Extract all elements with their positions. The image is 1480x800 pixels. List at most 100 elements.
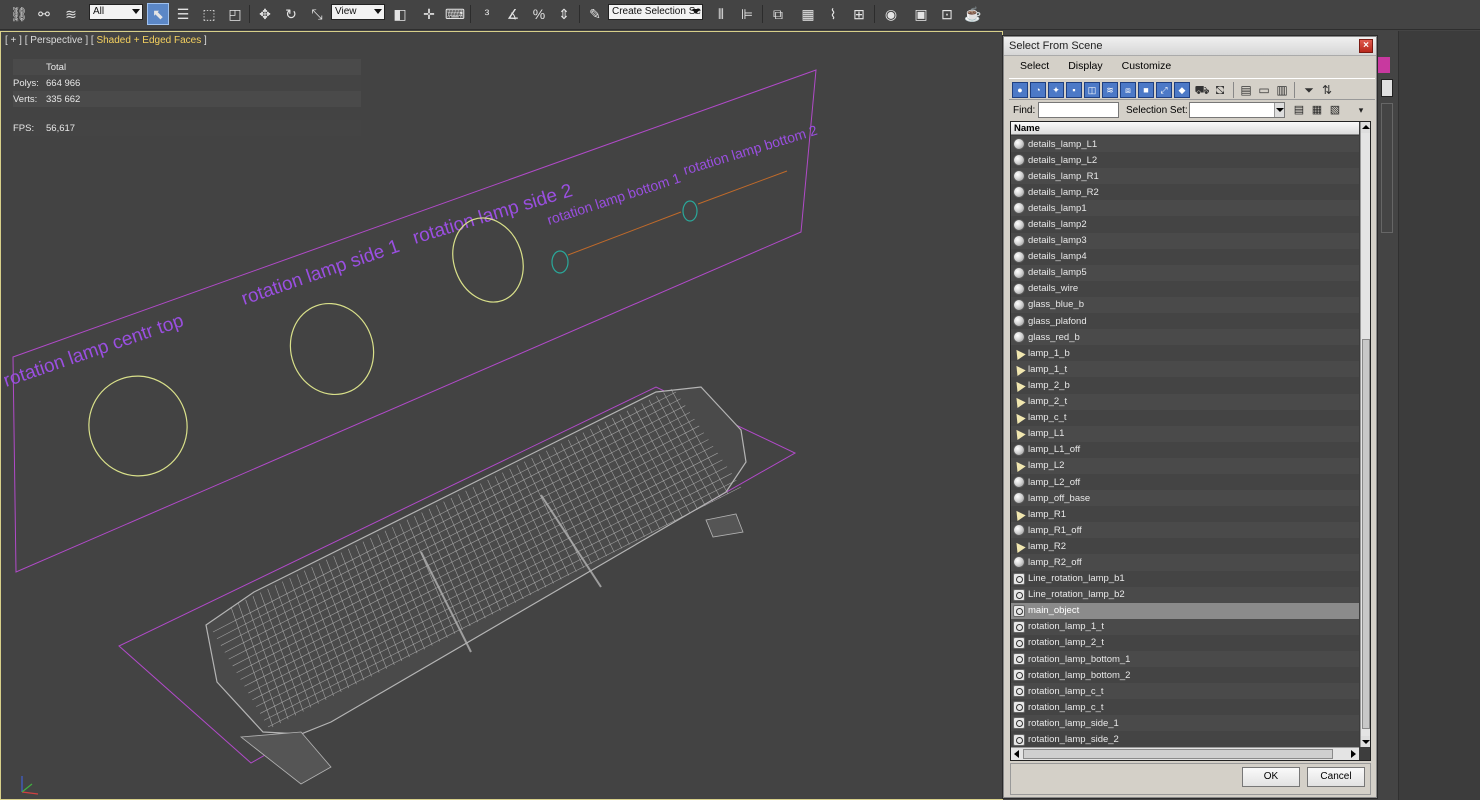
scroll-up-icon[interactable] (1361, 122, 1370, 133)
dialog-title-bar[interactable]: Select From Scene × (1004, 37, 1376, 56)
window-crossing-icon[interactable]: ◰ (224, 3, 246, 25)
list-item[interactable]: lamp_off_base (1011, 490, 1359, 507)
modifier-list-dropdown[interactable] (1381, 79, 1393, 97)
toolbar-overflow-icon[interactable]: ▾ (1354, 103, 1368, 117)
named-selection-sets-dropdown[interactable]: Create Selection Se (608, 4, 703, 20)
object-color-swatch[interactable] (1378, 57, 1390, 73)
list-item[interactable]: rotation_lamp_2_t (1011, 634, 1359, 651)
list-item[interactable]: lamp_R1 (1011, 506, 1359, 523)
display-bones-icon[interactable]: ⤢ (1156, 82, 1172, 98)
close-icon[interactable]: × (1359, 39, 1373, 53)
display-frozen-icon[interactable]: ⛟ (1194, 82, 1210, 98)
list-item[interactable]: details_lamp_R1 (1011, 168, 1359, 185)
list-item[interactable]: rotation_lamp_bottom_2 (1011, 667, 1359, 684)
snaps-toggle-icon[interactable]: ³ (476, 3, 498, 25)
unlink-selection-icon[interactable]: ⚯ (33, 3, 55, 25)
list-item[interactable]: rotation_lamp_1_t (1011, 618, 1359, 635)
display-helpers-icon[interactable]: ◫ (1084, 82, 1100, 98)
remove-from-selection-set-icon[interactable]: ▧ (1328, 103, 1342, 117)
list-item[interactable]: lamp_1_t (1011, 361, 1359, 378)
curve-editor-icon[interactable]: ⌇ (822, 3, 844, 25)
scroll-down-icon[interactable] (1361, 736, 1370, 747)
selection-set-dropdown[interactable] (1189, 102, 1285, 118)
display-none-icon[interactable]: ▭ (1256, 82, 1272, 98)
list-item[interactable]: details_lamp_R2 (1011, 184, 1359, 201)
select-and-scale-icon[interactable]: ⤡ (306, 3, 328, 25)
list-item[interactable]: lamp_L2 (1011, 457, 1359, 474)
select-and-move-icon[interactable]: ✥ (254, 3, 276, 25)
list-item[interactable]: lamp_2_b (1011, 377, 1359, 394)
percent-snap-icon[interactable]: % (528, 3, 550, 25)
list-item[interactable]: lamp_R1_off (1011, 522, 1359, 539)
list-item[interactable]: details_lamp_L2 (1011, 152, 1359, 169)
render-setup-icon[interactable]: ▣ (910, 3, 932, 25)
display-shapes-icon[interactable]: ◔ (1030, 82, 1046, 98)
display-groups-icon[interactable]: ⧈ (1120, 82, 1136, 98)
modifier-stack[interactable] (1381, 103, 1393, 233)
bind-to-space-warp-icon[interactable]: ≋ (60, 3, 82, 25)
layer-manager-icon[interactable]: ⧉ (767, 3, 789, 25)
shading-mode-label[interactable]: Shaded + Edged Faces (96, 35, 201, 46)
list-item[interactable]: lamp_R2 (1011, 538, 1359, 555)
list-item[interactable]: details_lamp3 (1011, 232, 1359, 249)
scroll-left-icon[interactable] (1014, 750, 1019, 758)
list-item[interactable]: Line_rotation_lamp_b1 (1011, 570, 1359, 587)
scroll-right-icon[interactable] (1351, 750, 1356, 758)
list-item[interactable]: details_lamp4 (1011, 248, 1359, 265)
pivot-center-icon[interactable]: ◧ (389, 3, 411, 25)
list-item[interactable]: glass_blue_b (1011, 296, 1359, 314)
list-item[interactable]: rotation_lamp_c_t (1011, 683, 1359, 700)
display-containers-icon[interactable]: ◆ (1174, 82, 1190, 98)
chevron-down-icon[interactable] (1274, 103, 1284, 117)
list-item[interactable]: details_lamp_L1 (1011, 136, 1359, 153)
horizontal-scroll-thumb[interactable] (1023, 749, 1333, 759)
vertical-scrollbar[interactable] (1360, 122, 1370, 747)
list-item[interactable]: lamp_L1 (1011, 425, 1359, 442)
edit-named-selection-icon[interactable]: ✎ (584, 3, 606, 25)
list-item[interactable]: Line_rotation_lamp_b2 (1011, 586, 1359, 603)
display-space-warps-icon[interactable]: ≋ (1102, 82, 1118, 98)
display-cameras-icon[interactable]: ▪ (1066, 82, 1082, 98)
render-production-icon[interactable]: ☕ (962, 3, 984, 25)
list-item[interactable]: details_lamp5 (1011, 264, 1359, 281)
list-item[interactable]: main_object (1011, 602, 1359, 619)
select-and-rotate-icon[interactable]: ↻ (280, 3, 302, 25)
cancel-button[interactable]: Cancel (1307, 767, 1365, 787)
sort-options-icon[interactable]: ⇅ (1319, 82, 1335, 98)
mirror-icon[interactable]: ⫴ (710, 3, 732, 25)
menu-customize[interactable]: Customize (1111, 58, 1180, 76)
rendered-frame-window-icon[interactable]: ⊡ (936, 3, 958, 25)
reference-coordinate-dropdown[interactable]: View (331, 4, 385, 20)
list-item[interactable]: rotation_lamp_side_1 (1011, 715, 1359, 732)
list-item[interactable]: lamp_L1_off (1011, 441, 1359, 458)
schematic-view-icon[interactable]: ⊞ (848, 3, 870, 25)
select-object-icon[interactable]: ⬉ (147, 3, 169, 25)
align-icon[interactable]: ⊫ (736, 3, 758, 25)
list-item[interactable]: lamp_1_b (1011, 345, 1359, 362)
horizontal-scrollbar[interactable] (1011, 747, 1359, 760)
select-and-manipulate-icon[interactable]: ✛ (418, 3, 440, 25)
vertical-scroll-thumb[interactable] (1362, 339, 1370, 729)
viewport-label-menu[interactable]: [ + ] [ Perspective ] [ Shaded + Edged F… (5, 35, 207, 46)
menu-select[interactable]: Select (1009, 58, 1057, 76)
display-xrefs-icon[interactable]: ■ (1138, 82, 1154, 98)
list-item[interactable]: rotation_lamp_bottom_1 (1011, 651, 1359, 668)
list-item[interactable]: rotation_lamp_c_t (1011, 699, 1359, 716)
column-header-name[interactable]: Name (1011, 122, 1359, 135)
display-lights-icon[interactable]: ✦ (1048, 82, 1064, 98)
select-and-link-icon[interactable]: ⛓ (8, 3, 30, 25)
list-item[interactable]: details_lamp1 (1011, 200, 1359, 217)
filter-icon[interactable]: ⏷ (1301, 82, 1317, 98)
selection-filter-dropdown[interactable]: All (89, 4, 143, 20)
create-selection-set-icon[interactable]: ▤ (1292, 103, 1306, 117)
perspective-viewport[interactable]: rotation lamp centr top rotation lamp sid… (0, 31, 1003, 800)
list-item[interactable]: details_wire (1011, 280, 1359, 297)
spinner-snap-icon[interactable]: ⇕ (553, 3, 575, 25)
find-input[interactable] (1038, 102, 1119, 118)
display-hidden-icon[interactable]: ⛞ (1212, 82, 1228, 98)
list-item[interactable]: lamp_R2_off (1011, 554, 1359, 571)
display-geometry-icon[interactable]: ● (1012, 82, 1028, 98)
list-item[interactable]: glass_red_b (1011, 329, 1359, 346)
menu-display[interactable]: Display (1057, 58, 1110, 76)
graphite-modeling-icon[interactable]: ▦ (797, 3, 819, 25)
